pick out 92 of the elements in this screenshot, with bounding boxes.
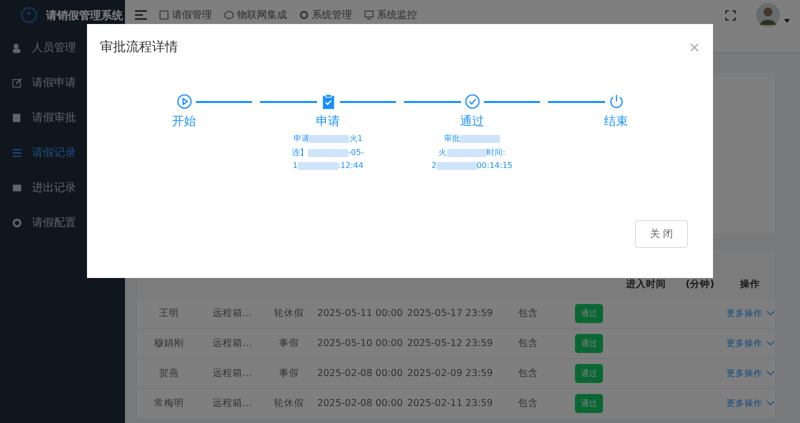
close-icon[interactable] (690, 42, 699, 52)
step-label: 申请 (316, 113, 340, 130)
step-detail: 审批 (444, 133, 460, 144)
redacted-block (436, 162, 477, 170)
document-icon (12, 112, 22, 122)
step-detail: 2 (431, 161, 437, 170)
sidebar-item[interactable]: 请假审批 (0, 100, 125, 135)
monitor-icon (364, 10, 374, 20)
table-cell-text: 常梅明 (153, 397, 185, 410)
table-cell-text: 包含 (517, 337, 539, 350)
table-cell-text: 2025-02-08 00:00 (316, 368, 404, 379)
hexagon-icon (224, 10, 234, 20)
column-header: 操作 (738, 278, 761, 291)
redacted-block (460, 134, 500, 142)
table-cell-text: 事假 (278, 367, 300, 380)
fullscreen-icon[interactable] (725, 10, 736, 20)
status-tag: 通过 (575, 334, 603, 353)
play-icon (176, 94, 192, 109)
table-cell-text: 2025-02-08 00:00 (316, 398, 404, 409)
table-cell-text: 2025-02-09 23:59 (406, 368, 494, 379)
table-cell-text: 2025-02-11 23:59 (406, 398, 494, 409)
step-detail: 申请 (293, 133, 310, 144)
column-header: 进入时间 (625, 278, 667, 291)
settings-icon (299, 10, 309, 20)
table-cell-text: 2025-05-12 23:59 (406, 338, 494, 349)
step-detail: 连】 (292, 147, 308, 158)
table-cell-text: 轮休假 (273, 397, 305, 410)
step-detail: 00:14:15 (476, 161, 513, 170)
table-cell-text: 贺燕 (158, 367, 180, 380)
table-cell-text: 远程箱… (211, 307, 253, 320)
step-detail: -05- (348, 148, 364, 157)
chevron-down-icon (766, 371, 774, 376)
avatar-icon[interactable] (756, 3, 780, 27)
sidebar-item[interactable]: 进出记录 (0, 170, 125, 205)
table-cell-text: 轮休假 (273, 307, 305, 320)
chevron-down-icon (766, 341, 774, 346)
list-icon (12, 148, 22, 158)
table-cell-text: 2025-05-10 00:00 (316, 338, 404, 349)
status-tag: 通过 (575, 304, 603, 323)
sidebar-item[interactable]: 请假申请 (0, 65, 125, 100)
dialog-title: 审批流程详情 (100, 39, 178, 56)
card-icon (12, 182, 22, 192)
check-circle-icon (464, 94, 480, 109)
table-cell-text: 远程箱… (211, 337, 253, 350)
step-detail: :12:44 (338, 161, 364, 170)
sidebar-item[interactable]: 请假配置 (0, 205, 125, 240)
table-cell-text: 2025-05-11 00:00 (316, 308, 404, 319)
table-cell-text: 王明 (158, 307, 180, 320)
table-cell-text: 远程箱… (211, 397, 253, 410)
sidebar-item[interactable]: 请假记录 (0, 135, 125, 170)
chevron-down-icon (766, 311, 774, 316)
status-tag: 通过 (575, 394, 603, 413)
table-cell-text: 包含 (517, 307, 539, 320)
table-cell-text: 2025-05-17 23:59 (406, 308, 494, 319)
table-cell-text: 包含 (517, 397, 539, 410)
step-label: 开始 (172, 113, 196, 130)
user-icon (12, 42, 22, 52)
redacted-block (309, 134, 350, 142)
step-label: 结束 (604, 113, 628, 130)
logo-icon (20, 6, 38, 24)
nav-item[interactable]: 请假管理 (159, 8, 212, 22)
more-actions-link[interactable]: 更多操作 (726, 398, 774, 410)
menu-icon[interactable] (135, 10, 147, 20)
more-actions-link[interactable]: 更多操作 (726, 308, 774, 320)
redacted-block (308, 148, 348, 156)
step-detail: 火 (438, 147, 447, 158)
clipboard-icon (320, 94, 336, 109)
column-header: (分钟) (684, 278, 716, 291)
table-cell-text: 远程箱… (211, 367, 253, 380)
document-icon (159, 10, 169, 20)
nav-item[interactable]: 物联网集成 (224, 8, 287, 22)
table-cell-text: 包含 (517, 367, 539, 380)
chevron-down-icon (766, 401, 774, 406)
power-icon (608, 94, 624, 109)
redacted-block (298, 162, 338, 170)
settings-icon (12, 218, 22, 228)
more-actions-link[interactable]: 更多操作 (726, 368, 774, 380)
step-detail: 时间: (486, 147, 506, 158)
redacted-block (446, 148, 487, 156)
caret-icon[interactable] (784, 19, 790, 23)
status-tag: 通过 (575, 364, 603, 383)
app-title: 请销假管理系统 (46, 8, 123, 22)
step-detail: 火1 (349, 133, 363, 144)
edit-icon (12, 78, 22, 88)
table-cell-text: 事假 (278, 337, 300, 350)
nav-item[interactable]: 系统监控 (364, 8, 417, 22)
step-detail: 1 (292, 161, 298, 170)
nav-item[interactable]: 系统管理 (299, 8, 352, 22)
table-cell-text: 穆娟刚 (153, 337, 185, 350)
step-label: 通过 (460, 113, 484, 130)
more-actions-link[interactable]: 更多操作 (726, 338, 774, 350)
close-button[interactable]: 关 闭 (634, 220, 688, 248)
